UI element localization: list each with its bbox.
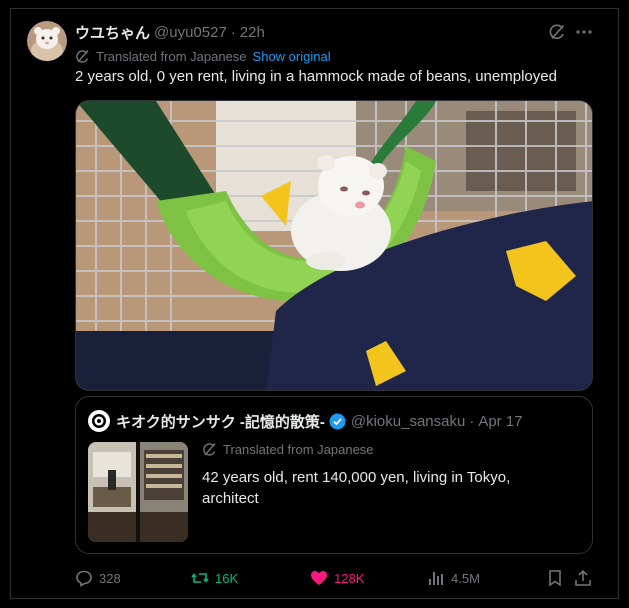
verified-icon bbox=[329, 413, 346, 430]
author-name[interactable]: ウユちゃん bbox=[75, 22, 150, 43]
repost-icon bbox=[191, 569, 215, 587]
quote-author-handle[interactable]: @kioku_sansaku bbox=[351, 413, 465, 430]
share-button[interactable] bbox=[574, 567, 598, 589]
quote-header: キオク的サンサク -記憶的散策- @kioku_sansaku · Apr 17 bbox=[88, 410, 523, 432]
quote-author-name[interactable]: キオク的サンサク -記憶的散策- bbox=[116, 411, 325, 432]
like-button[interactable]: 128K bbox=[310, 567, 364, 589]
frame-left-border bbox=[10, 8, 11, 599]
reply-button[interactable]: 328 bbox=[75, 567, 121, 589]
views-count: 4.5M bbox=[451, 570, 480, 586]
like-count: 128K bbox=[334, 570, 365, 586]
avatar[interactable] bbox=[27, 21, 67, 61]
share-icon bbox=[574, 569, 598, 587]
reply-count: 328 bbox=[99, 570, 121, 586]
grok-icon[interactable] bbox=[548, 23, 566, 41]
quote-translated-label: Translated from Japanese bbox=[223, 442, 374, 457]
more-icon[interactable] bbox=[575, 23, 593, 41]
views-button[interactable]: 4.5M bbox=[427, 567, 480, 589]
bookmark-button[interactable] bbox=[546, 567, 570, 589]
frame-bottom-border bbox=[10, 598, 619, 599]
translation-notice: Translated from Japanese Show original bbox=[75, 47, 331, 65]
show-original-link[interactable]: Show original bbox=[253, 49, 331, 64]
quote-translation-notice: Translated from Japanese bbox=[202, 442, 374, 457]
tweet-photo[interactable] bbox=[75, 100, 593, 391]
frame-top-border bbox=[10, 8, 619, 9]
translated-label: Translated from Japanese bbox=[96, 48, 247, 64]
quote-photo[interactable] bbox=[88, 442, 188, 542]
repost-count: 16K bbox=[215, 570, 239, 586]
separator-dot: · bbox=[469, 412, 475, 430]
quote-avatar[interactable] bbox=[88, 410, 110, 432]
bookmark-icon bbox=[546, 569, 570, 587]
frame-right-border bbox=[618, 8, 619, 599]
translate-icon bbox=[75, 49, 90, 64]
like-icon bbox=[310, 569, 334, 587]
author-handle[interactable]: @uyu0527 bbox=[154, 24, 227, 41]
tweet-header: ウユちゃん @uyu0527 · 22h bbox=[75, 22, 599, 42]
tweet-timestamp[interactable]: 22h bbox=[240, 24, 265, 41]
views-icon bbox=[427, 569, 451, 587]
quote-text: 42 years old, rent 140,000 yen, living i… bbox=[202, 469, 511, 507]
reply-icon bbox=[75, 569, 99, 587]
translate-icon bbox=[202, 442, 217, 457]
separator-dot: · bbox=[230, 23, 236, 41]
action-bar: 328 16K 128K 4.5M bbox=[75, 567, 595, 589]
quote-tweet[interactable]: キオク的サンサク -記憶的散策- @kioku_sansaku · Apr 17 bbox=[75, 396, 593, 554]
repost-button[interactable]: 16K bbox=[191, 567, 238, 589]
tweet-text: 2 years old, 0 yen rent, living in a ham… bbox=[75, 68, 557, 85]
quote-date[interactable]: Apr 17 bbox=[478, 413, 522, 430]
